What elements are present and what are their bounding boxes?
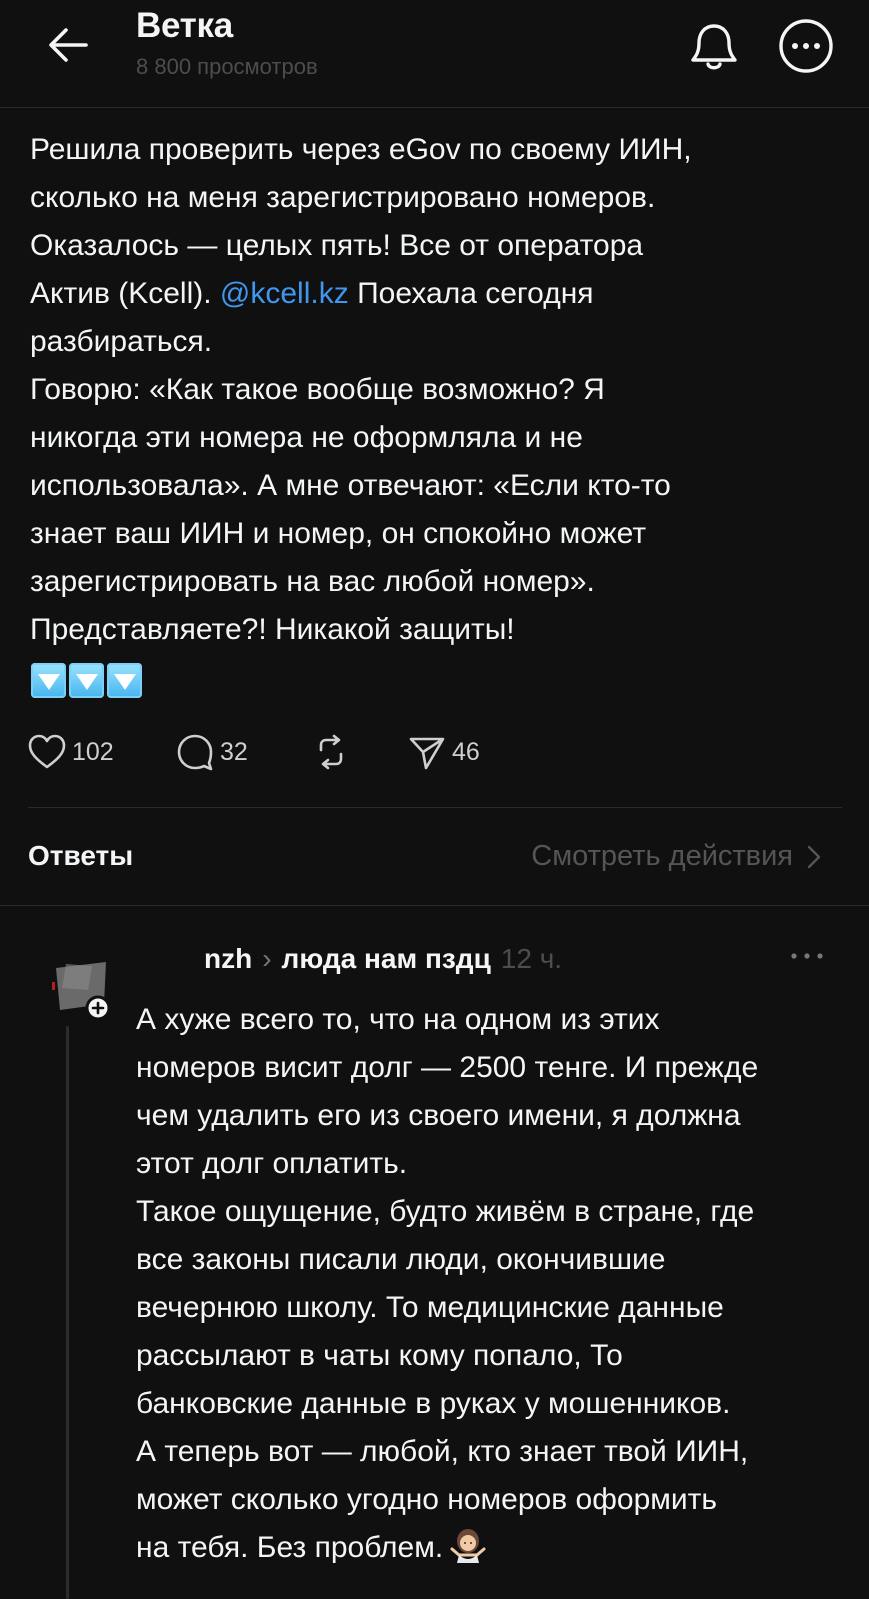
comment-button[interactable]: 32 [176,730,248,774]
post-divider [28,807,842,808]
replies-heading: Ответы [28,840,134,871]
more-dots-icon [791,953,823,959]
post-text-part-2: Поехала сегодня разбираться. Говорю: «Ка… [30,277,671,646]
notifications-button[interactable] [684,16,744,76]
reply-more-button[interactable] [782,946,832,966]
post-body: Решила проверить через eGov по своему ИИ… [30,126,830,654]
header-divider [0,107,869,108]
avatar[interactable] [52,960,112,1021]
chevron-right-icon [807,845,821,868]
reply-arrow-icon: › [262,943,272,974]
down-triangle-key-icon [31,663,66,698]
send-icon [409,737,445,770]
person-shrugging-icon [449,1527,487,1578]
view-activity-label: Смотреть действия [531,840,793,872]
reply-header: nzh › люда нам пздц 12 ч. [204,943,562,975]
comment-count: 32 [220,737,248,766]
thread-line [66,1026,69,1599]
like-count: 102 [72,737,114,766]
more-horizontal-icon [779,19,833,73]
bell-icon [691,24,737,70]
heart-icon [28,734,66,769]
view-count: 8 800 просмотров [136,54,318,79]
page-title: Ветка [136,6,233,45]
repost-icon [319,734,343,770]
arrow-left-icon [49,28,88,62]
mention-link[interactable]: @kcell.kz [220,277,349,310]
avatar-image [52,962,111,1021]
reply-body: А хуже всего то, что на одном из этих но… [136,996,841,1578]
down-triangle-key-icon [107,663,142,698]
view-activity-link[interactable]: Смотреть действия [531,840,821,873]
down-triangle-key-icon [69,663,104,698]
reply-text: А хуже всего то, что на одном из этих но… [136,1003,759,1564]
share-count: 46 [452,737,480,766]
replies-divider [0,905,869,906]
repost-button[interactable] [312,730,356,774]
reply-timestamp: 12 ч. [500,943,563,974]
like-button[interactable]: 102 [28,730,114,774]
top-bar: Ветка 8 800 просмотров [0,0,869,107]
comment-icon [177,734,213,771]
more-options-button[interactable] [778,18,834,74]
reply-username[interactable]: nzh [204,943,252,975]
back-button[interactable] [42,18,96,72]
share-button[interactable]: 46 [408,730,480,774]
replying-to-username[interactable]: люда нам пздц [282,943,491,975]
post-emoji-row [31,663,142,698]
